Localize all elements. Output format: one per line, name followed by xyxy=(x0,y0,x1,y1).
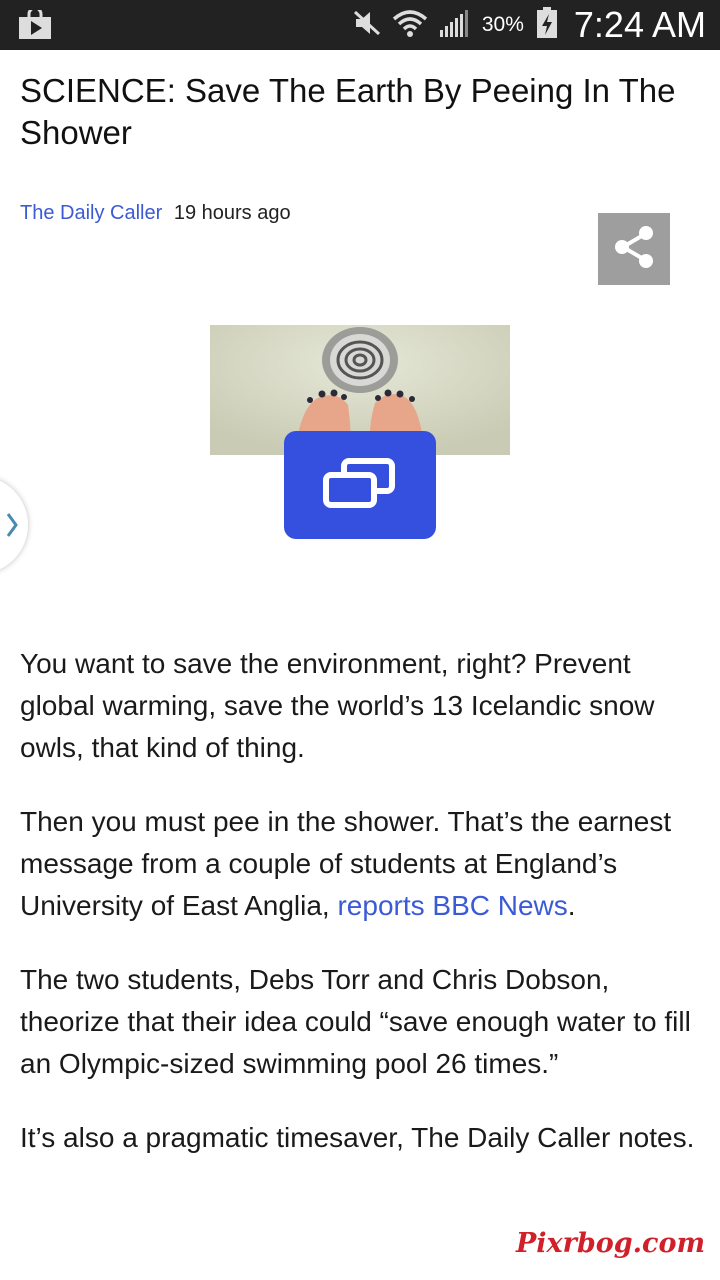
chevron-right-icon xyxy=(4,510,20,544)
status-bar: 30% 7:24 AM xyxy=(0,0,720,50)
signal-icon xyxy=(438,8,472,42)
paragraph: Then you must pee in the shower. That’s … xyxy=(20,801,700,927)
bbc-news-link[interactable]: reports BBC News xyxy=(337,890,567,921)
status-icons: 30% 7:24 AM xyxy=(352,0,706,50)
expand-image-button[interactable] xyxy=(284,431,436,539)
wifi-icon xyxy=(392,8,428,42)
share-button[interactable] xyxy=(598,213,670,285)
mute-icon xyxy=(352,9,382,41)
store-icon xyxy=(18,6,52,40)
article-meta: The Daily Caller 19 hours ago xyxy=(20,202,291,225)
paragraph-text: . xyxy=(567,890,576,921)
paragraph: You want to save the environment, right?… xyxy=(20,648,655,763)
share-icon xyxy=(609,222,659,276)
expand-windows-icon xyxy=(322,457,398,513)
published-time: 19 hours ago xyxy=(173,202,291,224)
watermark: Pixrbog.com xyxy=(516,1228,706,1259)
battery-percent: 30% xyxy=(481,13,524,36)
article-body: You want to save the environment, right?… xyxy=(20,643,700,1191)
article-title: SCIENCE: Save The Earth By Peeing In The… xyxy=(20,72,676,151)
paragraph: It’s also a pragmatic timesaver, The Dai… xyxy=(20,1122,695,1153)
clock: 7:24 AM xyxy=(573,4,706,45)
source-link[interactable]: The Daily Caller xyxy=(20,202,162,224)
paragraph: The two students, Debs Torr and Chris Do… xyxy=(20,964,691,1079)
battery-charging-icon xyxy=(536,7,558,43)
side-drawer-tab[interactable] xyxy=(0,476,28,574)
